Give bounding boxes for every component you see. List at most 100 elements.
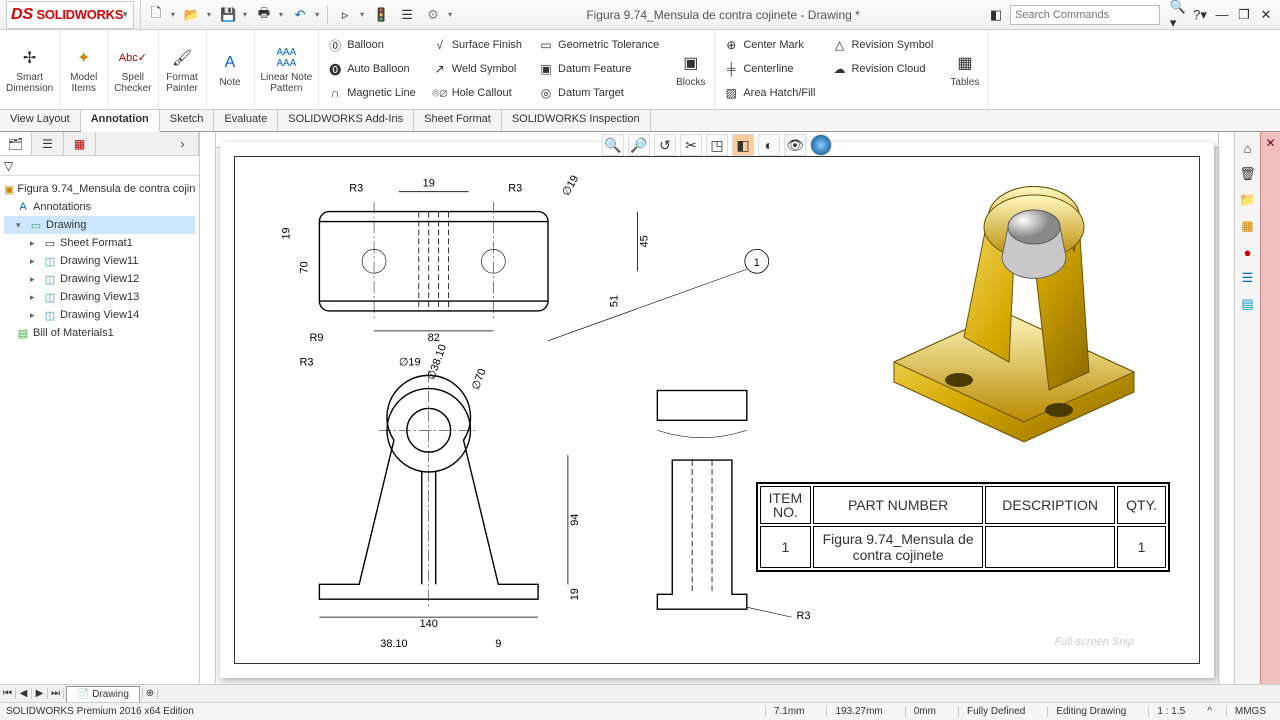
tree-view13[interactable]: ▸◫Drawing View13 (4, 288, 195, 306)
tab-inspection[interactable]: SOLIDWORKS Inspection (502, 110, 651, 131)
feature-tree-tab[interactable]: 🗂 (0, 132, 32, 155)
tree-view11[interactable]: ▸◫Drawing View11 (4, 252, 195, 270)
tree-drawing[interactable]: ▾▭Drawing (4, 216, 195, 234)
hide-show-icon[interactable]: ◧ (732, 134, 754, 156)
restore-icon[interactable]: ❐ (1236, 7, 1252, 23)
home-icon[interactable]: ⌂ (1238, 138, 1258, 158)
blocks-button[interactable]: ▣ Blocks (667, 30, 715, 109)
scene-icon[interactable]: ◐ (758, 134, 780, 156)
select-icon[interactable]: ▹ (336, 6, 354, 24)
auto-balloon-button[interactable]: ⓿Auto Balloon (327, 58, 416, 80)
add-sheet-icon[interactable]: ⊕ (142, 688, 158, 699)
next-sheet-icon[interactable]: ▶ (32, 688, 48, 699)
tab-sketch[interactable]: Sketch (160, 110, 215, 131)
last-sheet-icon[interactable]: ⏭ (48, 688, 64, 699)
tree-sheet-format[interactable]: ▸▭Sheet Format1 (4, 234, 195, 252)
bom-r1-item[interactable]: 1 (760, 526, 811, 568)
tab-sheet-format[interactable]: Sheet Format (414, 110, 502, 131)
sheet-tab-drawing[interactable]: 📄 Drawing (66, 686, 140, 702)
app-logo[interactable]: DS SOLIDWORKS ▼ (6, 1, 134, 29)
chevron-down-icon[interactable]: ▾ (207, 10, 211, 19)
status-units[interactable]: MMGS (1226, 706, 1274, 717)
bom-table[interactable]: ITEM NO. PART NUMBER DESCRIPTION QTY. 1 … (756, 482, 1170, 572)
expand-tab[interactable]: › (167, 132, 199, 155)
display-style-icon[interactable]: ◳ (706, 134, 728, 156)
hole-callout-button[interactable]: ⌾∅Hole Callout (432, 82, 522, 104)
tab-addins[interactable]: SOLIDWORKS Add-Ins (278, 110, 414, 131)
undo-icon[interactable]: ↶ (291, 6, 309, 24)
chevron-down-icon[interactable]: ▾ (171, 10, 175, 19)
view-palette-icon[interactable]: ▦ (1238, 216, 1258, 236)
bom-r1-desc[interactable] (985, 526, 1115, 568)
tables-button[interactable]: ▦ Tables (941, 30, 989, 109)
bom-r1-part[interactable]: Figura 9.74_Mensula de contra cojinete (813, 526, 983, 568)
chevron-down-icon[interactable]: ▾ (279, 10, 283, 19)
linear-note-button[interactable]: AAAAAA Linear Note Pattern (255, 30, 320, 109)
settings-icon[interactable]: ⚙ (424, 6, 442, 24)
drawing-canvas[interactable]: 🔍 🔎 ↺ ✂ ◳ ◧ ◐ 👁 (200, 132, 1234, 684)
task-pane-icon[interactable]: ◧ (988, 7, 1004, 23)
spell-checker-button[interactable]: Abc✓ Spell Checker (108, 30, 158, 109)
save-icon[interactable]: 💾 (219, 6, 237, 24)
first-sheet-icon[interactable]: ⏮ (0, 688, 16, 699)
custom-props-icon[interactable]: ☰ (1238, 268, 1258, 288)
design-lib-icon[interactable]: 📁 (1238, 190, 1258, 210)
chevron-up-icon[interactable]: ^ (1207, 706, 1212, 717)
datum-target-button[interactable]: ◎Datum Target (538, 82, 659, 104)
chevron-down-icon[interactable]: ▾ (315, 10, 319, 19)
help-icon[interactable]: ?▾ (1192, 7, 1208, 23)
weld-symbol-button[interactable]: ↗Weld Symbol (432, 58, 522, 80)
tree-view14[interactable]: ▸◫Drawing View14 (4, 306, 195, 324)
new-icon[interactable]: 🗋 (147, 6, 165, 24)
tree-view12[interactable]: ▸◫Drawing View12 (4, 270, 195, 288)
prev-sheet-icon[interactable]: ◀ (16, 688, 32, 699)
bom-r1-qty[interactable]: 1 (1117, 526, 1166, 568)
revision-cloud-button[interactable]: ☁Revision Cloud (831, 58, 933, 80)
area-hatch-button[interactable]: ▨Area Hatch/Fill (723, 82, 815, 104)
tab-annotation[interactable]: Annotation (81, 110, 160, 132)
section-icon[interactable]: ✂ (680, 134, 702, 156)
minimize-icon[interactable]: — (1214, 7, 1230, 23)
datum-feature-button[interactable]: ▣Datum Feature (538, 58, 659, 80)
chevron-down-icon[interactable]: ▾ (243, 10, 247, 19)
zoom-fit-icon[interactable]: 🔍 (602, 134, 624, 156)
balloon-button[interactable]: ⓪Balloon (327, 34, 416, 56)
rebuild-icon[interactable]: 🚦 (372, 6, 390, 24)
centerline-button[interactable]: ╪Centerline (723, 58, 815, 80)
format-painter-button[interactable]: 🖌 Format Painter (159, 30, 207, 109)
center-mark-button[interactable]: ⊕Center Mark (723, 34, 815, 56)
config-tab[interactable]: ▦ (64, 132, 96, 155)
search-icon[interactable]: 🔍▾ (1170, 7, 1186, 23)
forum-icon[interactable]: ▤ (1238, 294, 1258, 314)
geo-tol-button[interactable]: ▭Geometric Tolerance (538, 34, 659, 56)
tree-root[interactable]: ▣Figura 9.74_Mensula de contra cojin (4, 180, 195, 198)
note-button[interactable]: A Note (207, 30, 255, 109)
realview-icon[interactable] (810, 134, 832, 156)
chevron-down-icon[interactable]: ▼ (121, 10, 129, 19)
filter-bar[interactable]: ▽ (0, 156, 199, 176)
zoom-area-icon[interactable]: 🔎 (628, 134, 650, 156)
tab-view-layout[interactable]: View Layout (0, 110, 81, 131)
prev-view-icon[interactable]: ↺ (654, 134, 676, 156)
close-icon[interactable]: ✕ (1265, 136, 1275, 150)
appearance-icon[interactable]: ● (1238, 242, 1258, 262)
surface-finish-button[interactable]: √Surface Finish (432, 34, 522, 56)
resources-icon[interactable]: 🗑 (1238, 164, 1258, 184)
tree-annotations[interactable]: AAnnotations (4, 198, 195, 216)
chevron-down-icon[interactable]: ▾ (448, 10, 452, 19)
status-scale[interactable]: 1 : 1.5 (1148, 706, 1193, 717)
tree-bom[interactable]: ▤Bill of Materials1 (4, 324, 195, 342)
magnetic-line-button[interactable]: ∩Magnetic Line (327, 82, 416, 104)
chevron-down-icon[interactable]: ▾ (360, 10, 364, 19)
tab-evaluate[interactable]: Evaluate (214, 110, 278, 131)
search-commands-input[interactable] (1010, 5, 1160, 25)
options-icon[interactable]: ☰ (398, 6, 416, 24)
close-icon[interactable]: ✕ (1258, 7, 1274, 23)
print-icon[interactable]: 🖶 (255, 6, 273, 24)
close-panel[interactable]: ✕ (1260, 132, 1280, 684)
open-icon[interactable]: 📂 (183, 6, 201, 24)
property-tab[interactable]: ☰ (32, 132, 64, 155)
view-orient-icon[interactable]: 👁 (784, 134, 806, 156)
model-items-button[interactable]: ✦ Model Items (60, 30, 108, 109)
smart-dimension-button[interactable]: ✢ Smart Dimension (0, 30, 60, 109)
